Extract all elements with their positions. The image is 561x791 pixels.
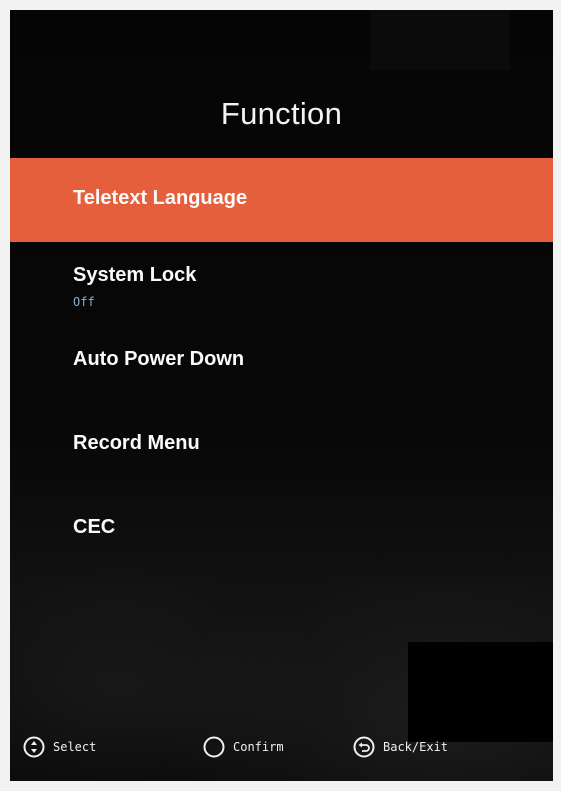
menu-title: Function — [220, 96, 343, 131]
menu-item-label: Teletext Language — [73, 187, 248, 209]
menu-item-record-menu[interactable]: Record Menu — [10, 410, 553, 494]
circle-icon — [203, 736, 225, 758]
tv-screen: Function Teletext Language System Lock O… — [10, 10, 553, 781]
return-arrow-icon — [353, 736, 375, 758]
menu-item-auto-power-down[interactable]: Auto Power Down — [10, 326, 553, 410]
menu-item-label: Record Menu — [73, 432, 200, 454]
hint-select: Select — [23, 732, 96, 762]
menu-item-label: System Lock — [73, 264, 197, 286]
menu-item-cec[interactable]: CEC — [10, 494, 553, 578]
menu-item-label: Auto Power Down — [73, 348, 245, 370]
screen-glare — [370, 10, 510, 70]
menu-item-value: Off — [73, 295, 95, 309]
hint-select-label: Select — [53, 740, 97, 754]
background-shadow — [408, 642, 553, 742]
menu-item-label: CEC — [73, 516, 116, 538]
hint-back: Back/Exit — [353, 732, 448, 762]
updown-circle-icon — [23, 736, 45, 758]
hint-back-label: Back/Exit — [383, 740, 449, 754]
footer-hints: Select Confirm Back/Exit — [10, 732, 553, 762]
menu-item-system-lock[interactable]: System Lock Off — [10, 242, 553, 326]
hint-confirm-label: Confirm — [233, 740, 284, 754]
menu-item-teletext-language[interactable]: Teletext Language — [10, 158, 553, 242]
hint-confirm: Confirm — [203, 732, 284, 762]
